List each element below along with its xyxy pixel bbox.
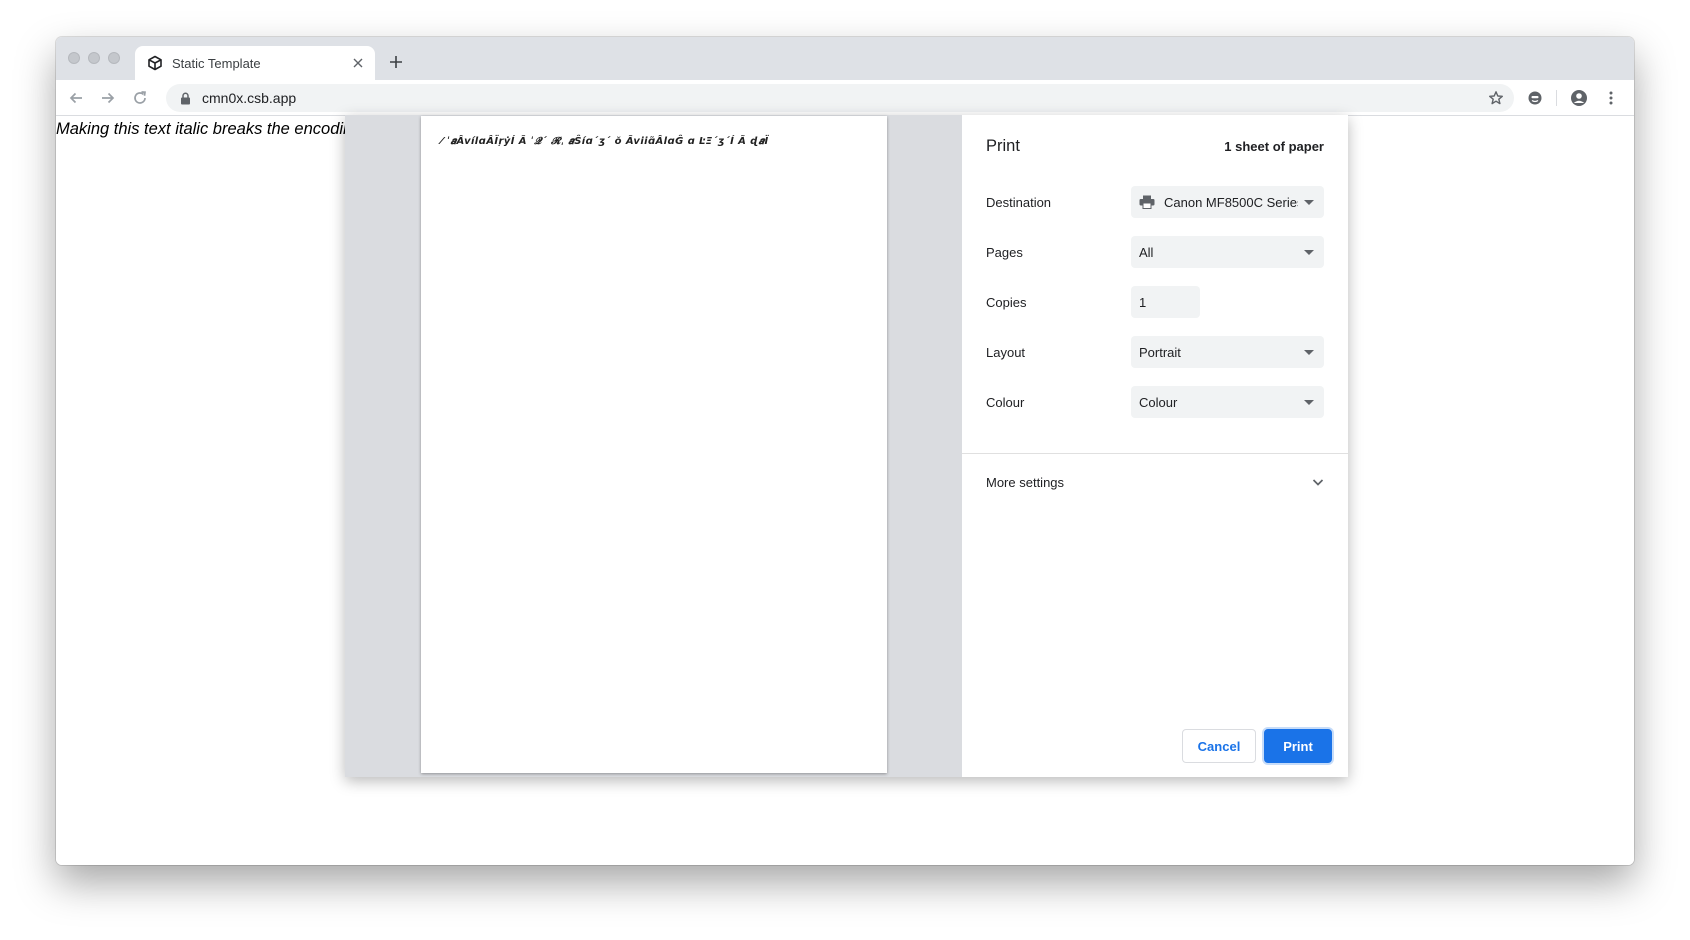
browser-tab[interactable]: Static Template [135, 46, 375, 80]
zoom-window-button[interactable] [108, 52, 120, 64]
copies-input[interactable]: 1 [1131, 286, 1200, 318]
print-dialog-title: Print [986, 137, 1020, 155]
pages-value: All [1139, 244, 1154, 260]
settings-divider [962, 453, 1348, 454]
toolbar-divider [1556, 90, 1557, 106]
lock-icon [178, 91, 192, 105]
profile-avatar-icon[interactable] [1567, 86, 1591, 110]
url-text: cmn0x.csb.app [202, 90, 297, 106]
dropdown-arrow-icon [1304, 249, 1314, 255]
copies-label: Copies [986, 295, 1027, 310]
tab-title: Static Template [172, 55, 261, 71]
extension-icon[interactable] [1523, 86, 1547, 110]
tab-close-icon[interactable] [348, 53, 368, 73]
print-preview-page: ⁄ ˈ𝒂ÂvílɑÂÏŗẏÍ Ã ˈ𝓠ˊ 𝓡ˌ 𝒂Ŝíɑˊʒˊ ŏ Ãviiɑ̃… [421, 116, 887, 773]
print-settings-panel: Print 1 sheet of paper Destination Canon… [962, 115, 1348, 777]
print-preview-area: ⁄ ˈ𝒂ÂvílɑÂÏŗẏÍ Ã ˈ𝓠ˊ 𝓡ˌ 𝒂Ŝíɑˊʒˊ ŏ Ãviiɑ̃… [345, 115, 962, 777]
more-settings-toggle[interactable]: More settings [962, 466, 1348, 498]
colour-label: Colour [986, 395, 1025, 410]
destination-label: Destination [986, 195, 1052, 210]
destination-value: Canon MF8500C Series [1164, 194, 1298, 210]
layout-select[interactable]: Portrait [1131, 336, 1324, 368]
close-window-button[interactable] [68, 52, 80, 64]
layout-label: Layout [986, 345, 1026, 360]
address-bar[interactable]: cmn0x.csb.app [166, 84, 1514, 112]
print-button[interactable]: Print [1264, 729, 1332, 763]
preview-garbled-text: ⁄ ˈ𝒂ÂvílɑÂÏŗẏÍ Ã ˈ𝓠ˊ 𝓡ˌ 𝒂Ŝíɑˊʒˊ ŏ Ãviiɑ̃… [441, 136, 769, 147]
reload-icon[interactable] [128, 86, 152, 110]
chevron-down-icon [1310, 474, 1326, 490]
minimize-window-button[interactable] [88, 52, 100, 64]
dropdown-arrow-icon [1304, 349, 1314, 355]
tab-strip: Static Template [56, 37, 1634, 80]
browser-toolbar: cmn0x.csb.app [56, 80, 1634, 116]
more-vert-icon[interactable] [1599, 86, 1623, 110]
destination-select[interactable]: Canon MF8500C Series [1131, 186, 1324, 218]
colour-value: Colour [1139, 394, 1178, 410]
cube-icon [147, 55, 163, 71]
print-dialog: ⁄ ˈ𝒂ÂvílɑÂÏŗẏÍ Ã ˈ𝓠ˊ 𝓡ˌ 𝒂Ŝíɑˊʒˊ ŏ Ãviiɑ̃… [345, 115, 1348, 777]
layout-value: Portrait [1139, 344, 1181, 360]
dropdown-arrow-icon [1304, 399, 1314, 405]
cancel-button[interactable]: Cancel [1182, 729, 1256, 763]
colour-select[interactable]: Colour [1131, 386, 1324, 418]
forward-arrow-icon[interactable] [96, 86, 120, 110]
sheet-count: 1 sheet of paper [1224, 139, 1324, 154]
bookmark-star-icon[interactable] [1488, 90, 1504, 106]
pages-label: Pages [986, 245, 1023, 260]
more-settings-label: More settings [986, 475, 1065, 490]
new-tab-button[interactable] [384, 50, 408, 74]
pages-select[interactable]: All [1131, 236, 1324, 268]
dropdown-arrow-icon [1304, 199, 1314, 205]
printer-icon [1138, 194, 1156, 210]
page-body-text: Making this text italic breaks the encod… [56, 120, 362, 138]
browser-window: Static Template cmn0x.csb.app Making thi… [56, 37, 1634, 865]
back-arrow-icon[interactable] [64, 86, 88, 110]
